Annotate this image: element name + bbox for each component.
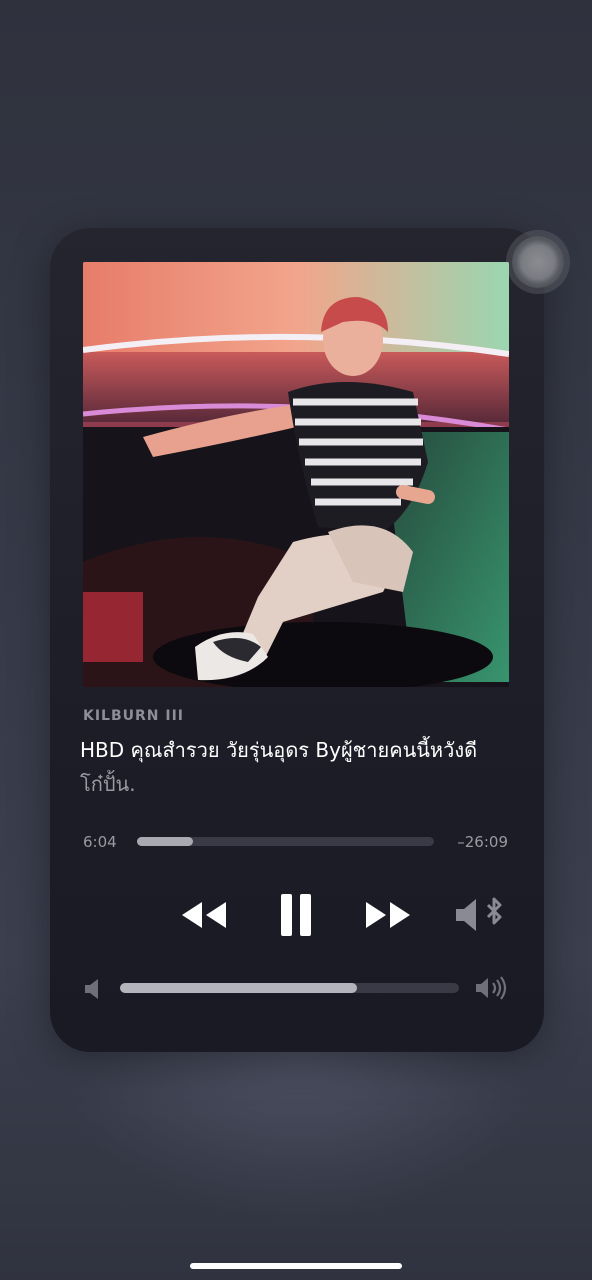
volume-low-icon: [84, 978, 102, 1000]
progress-fill: [137, 837, 194, 846]
volume-high-icon: [474, 975, 510, 1001]
speaker-bluetooth-icon: [456, 897, 502, 931]
assistive-touch-button[interactable]: [512, 236, 564, 288]
fast-forward-icon: [366, 902, 410, 928]
home-indicator[interactable]: [190, 1263, 402, 1269]
fast-forward-button[interactable]: [362, 895, 414, 935]
progress-scrubber[interactable]: [137, 837, 434, 846]
track-title: HBD คุณสำรวย วัยรุ่นอุดร Byผู้ชายคนนี้หว…: [80, 733, 520, 801]
elapsed-time: 6:04: [83, 833, 117, 851]
artist-name: KILBURN III: [83, 708, 185, 724]
track-title-main: HBD คุณสำรวย วัยรุ่นอุดร Byผู้ชายคนนี้หว…: [80, 738, 478, 762]
remaining-time: –26:09: [457, 833, 508, 851]
track-title-sub: โก๋ปั้น.: [80, 772, 136, 796]
album-artwork: [83, 262, 509, 687]
pause-icon: [281, 894, 311, 936]
audio-output-button[interactable]: [452, 893, 508, 937]
volume-slider[interactable]: [120, 983, 459, 993]
rewind-button[interactable]: [178, 895, 230, 935]
volume-fill: [120, 983, 358, 993]
pause-button[interactable]: [272, 890, 320, 940]
rewind-icon: [182, 902, 226, 928]
